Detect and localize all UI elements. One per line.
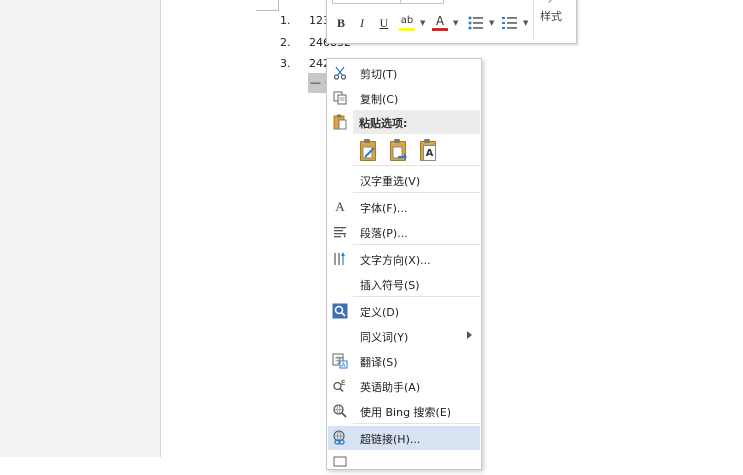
menu-item-text-direction[interactable]: 文字方向(X)... <box>328 247 480 271</box>
menu-separator <box>353 192 480 193</box>
menu-separator <box>353 244 480 245</box>
font-color-button[interactable]: A <box>431 13 449 33</box>
text-direction-icon <box>332 251 348 267</box>
paste-keep-text-only-button[interactable]: A <box>417 139 439 163</box>
menu-item-cut[interactable]: 剪切(T) <box>328 61 480 85</box>
menu-item-label: 剪切(T) <box>360 68 398 81</box>
menu-item-partial[interactable] <box>328 451 480 475</box>
list-number: 3. <box>280 57 291 70</box>
menu-item-label: 超链接(H)... <box>360 433 421 446</box>
menu-item-insert-symbol[interactable]: 插入符号(S) <box>328 272 480 296</box>
submenu-arrow-icon <box>467 331 472 339</box>
menu-item-paragraph[interactable]: 段落(P)... <box>328 220 480 244</box>
menu-item-label: 同义词(Y) <box>360 331 409 344</box>
menu-item-bing-search[interactable]: 使用 Bing 搜索(E) <box>328 399 480 423</box>
list-number: 1. <box>280 14 291 27</box>
paste-icon <box>332 114 348 130</box>
define-icon <box>332 303 348 319</box>
menu-item-label: 复制(C) <box>360 93 399 106</box>
menu-item-hyperlink[interactable]: 超链接(H)... <box>328 426 480 450</box>
menu-item-english-assistant[interactable]: E 英语助手(A) <box>328 374 480 398</box>
paste-merge-formatting-button[interactable] <box>387 139 409 163</box>
underline-button[interactable]: U <box>376 13 392 33</box>
font-name-size-box[interactable] <box>332 0 444 4</box>
web-search-icon <box>332 403 348 419</box>
page-corner-mark <box>256 0 279 11</box>
menu-item-define[interactable]: 定义(D) <box>328 299 480 323</box>
paste-keep-source-formatting-button[interactable] <box>357 139 379 163</box>
bullets-dropdown-icon[interactable]: ▼ <box>489 19 494 27</box>
copy-icon <box>332 90 348 106</box>
menu-item-translate[interactable]: 字 A 翻译(S) <box>328 349 480 373</box>
font-color-bar <box>432 28 448 31</box>
menu-item-copy[interactable]: 复制(C) <box>328 86 480 110</box>
highlight-color-bar <box>399 27 415 31</box>
menu-item-label: 汉字重选(V) <box>360 175 421 188</box>
bold-button[interactable]: B <box>333 13 349 33</box>
menu-item-label: 翻译(S) <box>360 356 398 369</box>
bullets-button[interactable] <box>467 13 485 33</box>
italic-button[interactable]: I <box>354 13 370 33</box>
svg-text:E: E <box>341 379 345 387</box>
menu-separator <box>353 165 480 166</box>
font-icon: A <box>335 199 345 214</box>
paste-options-header: 粘贴选项: <box>353 110 480 134</box>
hyperlink-icon <box>332 430 348 446</box>
menu-separator <box>353 296 480 297</box>
list-number: 2. <box>280 36 291 49</box>
selected-text[interactable]: — · <box>308 73 328 93</box>
menu-item-label: 定义(D) <box>360 306 400 319</box>
paragraph-icon <box>332 224 348 240</box>
menu-item-label: 插入符号(S) <box>360 279 420 292</box>
menu-item-synonyms[interactable]: 同义词(Y) <box>328 324 480 348</box>
document-left-margin <box>0 0 161 457</box>
menu-item-label: 文字方向(X)... <box>360 254 431 267</box>
translate-icon: 字 A <box>332 353 348 369</box>
menu-item-label: 段落(P)... <box>360 227 408 240</box>
styles-button[interactable]: 样式 <box>540 8 562 24</box>
english-assistant-icon: E <box>332 378 348 394</box>
menu-item-label: 英语助手(A) <box>360 381 421 394</box>
menu-item-label: 字体(F)... <box>360 202 408 215</box>
menu-separator <box>353 423 480 424</box>
numbered-list-icon <box>502 17 517 29</box>
menu-item-font[interactable]: A 字体(F)... <box>328 195 480 219</box>
numbering-dropdown-icon[interactable]: ▼ <box>523 19 528 27</box>
menu-item-label: 使用 Bing 搜索(E) <box>360 406 452 419</box>
context-menu: 剪切(T) 复制(C) 粘贴选项: A 汉字重选(V) A 字体(F)... 段… <box>326 58 482 470</box>
toolbar-separator <box>533 0 534 39</box>
mini-toolbar: B I U ab ▼ A ▼ ▼ ▼ ↗ 样式 <box>326 0 577 44</box>
styles-icon: ↗ <box>547 0 556 6</box>
menu-item-reselect[interactable]: 汉字重选(V) <box>328 168 480 192</box>
highlight-dropdown-icon[interactable]: ▼ <box>420 19 425 27</box>
highlight-button[interactable]: ab <box>397 13 417 33</box>
bullet-list-icon <box>468 16 483 30</box>
highlight-icon: ab <box>400 14 414 26</box>
numbering-button[interactable] <box>501 13 519 33</box>
comment-icon <box>332 455 348 471</box>
font-color-icon: A <box>435 14 445 28</box>
scissors-icon <box>332 65 348 81</box>
font-color-dropdown-icon[interactable]: ▼ <box>453 19 458 27</box>
paste-options-label: 粘贴选项: <box>359 117 408 130</box>
